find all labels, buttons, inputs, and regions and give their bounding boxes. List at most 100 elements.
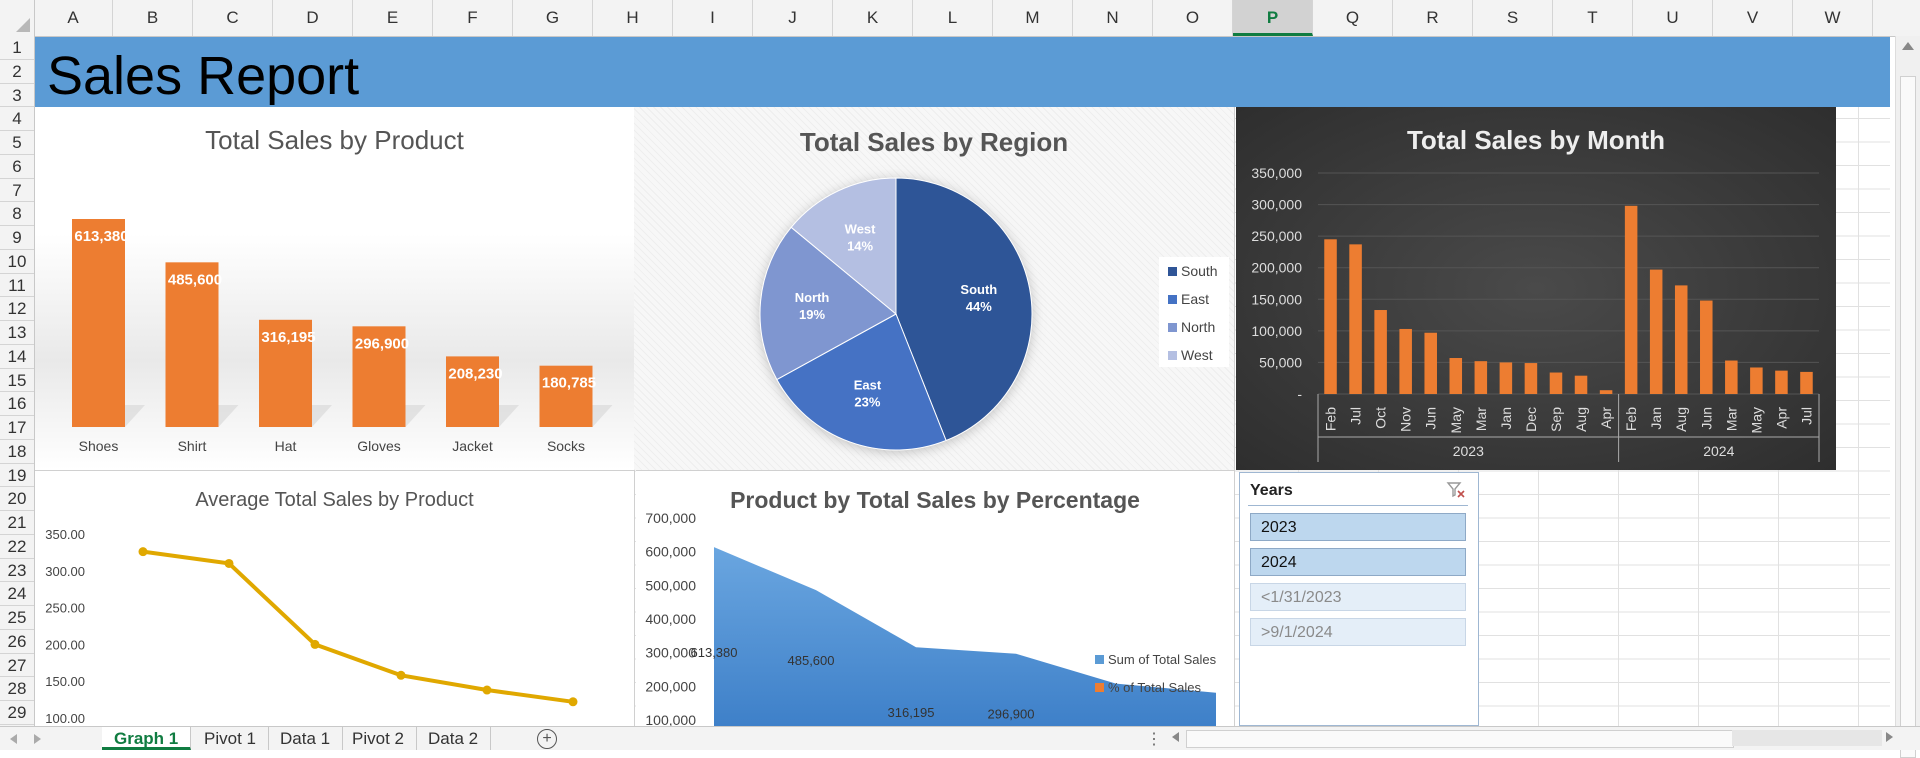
row-header-19[interactable]: 19 bbox=[0, 464, 34, 488]
column-header-U[interactable]: U bbox=[1633, 0, 1713, 36]
bar-2023-oct[interactable] bbox=[1374, 310, 1387, 394]
bar-shoes[interactable] bbox=[72, 219, 125, 427]
sales-area[interactable] bbox=[714, 547, 1216, 727]
row-header-29[interactable]: 29 bbox=[0, 701, 34, 725]
slicer-item-after-2024[interactable]: >9/1/2024 bbox=[1250, 618, 1466, 646]
column-header-E[interactable]: E bbox=[353, 0, 433, 36]
vertical-scrollbar[interactable] bbox=[1895, 36, 1920, 758]
row-header-7[interactable]: 7 bbox=[0, 179, 34, 203]
line-point[interactable] bbox=[138, 547, 148, 557]
scrollbar-thumb[interactable] bbox=[1900, 76, 1916, 758]
column-header-P[interactable]: P bbox=[1233, 0, 1313, 36]
row-header-20[interactable]: 20 bbox=[0, 487, 34, 511]
sheet-tab-pivot-1[interactable]: Pivot 1 bbox=[192, 727, 269, 750]
row-header-6[interactable]: 6 bbox=[0, 155, 34, 179]
triangle-right-icon[interactable] bbox=[34, 734, 41, 744]
scroll-up-icon[interactable] bbox=[1902, 42, 1914, 50]
row-header-25[interactable]: 25 bbox=[0, 606, 34, 630]
column-header-K[interactable]: K bbox=[833, 0, 913, 36]
column-header-Q[interactable]: Q bbox=[1313, 0, 1393, 36]
years-slicer[interactable]: Years 2023 2024 <1/31/2023 >9/1/2024 bbox=[1239, 472, 1479, 726]
bar-2023-aug[interactable] bbox=[1574, 375, 1588, 394]
bar-2023-jun[interactable] bbox=[1424, 332, 1437, 394]
bar-2023-apr[interactable] bbox=[1599, 390, 1613, 394]
bar-2024-may[interactable] bbox=[1750, 367, 1763, 394]
row-header-16[interactable]: 16 bbox=[0, 392, 34, 416]
bar-2024-jun[interactable] bbox=[1700, 300, 1713, 394]
plus-circle-icon[interactable]: + bbox=[537, 729, 557, 749]
line-point[interactable] bbox=[396, 670, 406, 680]
bar-2024-mar[interactable] bbox=[1725, 360, 1738, 394]
row-header-8[interactable]: 8 bbox=[0, 202, 34, 226]
hscroll-left-icon[interactable] bbox=[1172, 732, 1179, 742]
row-header-12[interactable]: 12 bbox=[0, 297, 34, 321]
column-header-J[interactable]: J bbox=[753, 0, 833, 36]
column-header-T[interactable]: T bbox=[1553, 0, 1633, 36]
bar-2023-jul[interactable] bbox=[1349, 244, 1362, 394]
column-header-O[interactable]: O bbox=[1153, 0, 1233, 36]
bar-2024-feb[interactable] bbox=[1624, 205, 1638, 394]
horizontal-scrollbar-track[interactable] bbox=[1732, 730, 1882, 746]
line-point[interactable] bbox=[224, 558, 234, 568]
row-header-21[interactable]: 21 bbox=[0, 511, 34, 535]
bar-2023-sep[interactable] bbox=[1549, 372, 1563, 394]
row-header-18[interactable]: 18 bbox=[0, 440, 34, 464]
row-header-2[interactable]: 2 bbox=[0, 60, 34, 84]
bar-2024-jan[interactable] bbox=[1649, 269, 1663, 394]
bar-2023-jan[interactable] bbox=[1499, 362, 1513, 394]
column-header-F[interactable]: F bbox=[433, 0, 513, 36]
triangle-left-icon[interactable] bbox=[10, 734, 17, 744]
column-header-I[interactable]: I bbox=[673, 0, 753, 36]
chart-sales-by-region[interactable]: Total Sales by Region South 44% East 23% Nor… bbox=[634, 107, 1235, 470]
slicer-item-2023[interactable]: 2023 bbox=[1250, 513, 1466, 541]
row-header-10[interactable]: 10 bbox=[0, 250, 34, 274]
sheet-tab-graph-1[interactable]: Graph 1 bbox=[102, 727, 192, 750]
chart-sales-by-product[interactable]: Total Sales by Product 613,380 Shoes 485,6… bbox=[35, 107, 635, 470]
bar-2024-aug[interactable] bbox=[1674, 285, 1688, 394]
column-header-N[interactable]: N bbox=[1073, 0, 1153, 36]
row-header-11[interactable]: 11 bbox=[0, 274, 34, 298]
column-header-S[interactable]: S bbox=[1473, 0, 1553, 36]
bar-2023-mar[interactable] bbox=[1474, 361, 1488, 394]
select-all-corner[interactable] bbox=[0, 0, 35, 36]
row-header-5[interactable]: 5 bbox=[0, 131, 34, 155]
row-header-4[interactable]: 4 bbox=[0, 107, 34, 131]
sheet-tab-data-2[interactable]: Data 2 bbox=[416, 727, 492, 750]
row-header-24[interactable]: 24 bbox=[0, 582, 34, 606]
bar-2023-dec[interactable] bbox=[1524, 363, 1538, 394]
hscroll-right-icon[interactable] bbox=[1886, 732, 1893, 742]
row-header-17[interactable]: 17 bbox=[0, 416, 34, 440]
clear-filter-icon[interactable] bbox=[1446, 481, 1466, 499]
bar-2024-jul[interactable] bbox=[1800, 371, 1813, 394]
row-header-14[interactable]: 14 bbox=[0, 345, 34, 369]
column-header-D[interactable]: D bbox=[273, 0, 353, 36]
column-header-V[interactable]: V bbox=[1713, 0, 1793, 36]
vertical-dots-icon[interactable]: ⋮ bbox=[1146, 729, 1162, 749]
row-header-22[interactable]: 22 bbox=[0, 535, 34, 559]
row-header-15[interactable]: 15 bbox=[0, 369, 34, 393]
row-header-23[interactable]: 23 bbox=[0, 559, 34, 583]
row-header-1[interactable]: 1 bbox=[0, 36, 34, 60]
chart-sales-by-month[interactable]: Total Sales by Month 350,000 300,000 250,0… bbox=[1236, 107, 1836, 470]
row-header-9[interactable]: 9 bbox=[0, 226, 34, 250]
column-header-H[interactable]: H bbox=[593, 0, 673, 36]
horizontal-scrollbar-thumb[interactable] bbox=[1186, 730, 1734, 748]
column-header-G[interactable]: G bbox=[513, 0, 593, 36]
line-point[interactable] bbox=[568, 697, 578, 707]
column-header-M[interactable]: M bbox=[993, 0, 1073, 36]
row-header-28[interactable]: 28 bbox=[0, 677, 34, 701]
row-header-13[interactable]: 13 bbox=[0, 321, 34, 345]
slicer-item-2024[interactable]: 2024 bbox=[1250, 548, 1466, 576]
column-header-C[interactable]: C bbox=[193, 0, 273, 36]
row-header-3[interactable]: 3 bbox=[0, 84, 34, 108]
sheet-tab-pivot-2[interactable]: Pivot 2 bbox=[340, 727, 417, 750]
chart-average-sales[interactable]: Average Total Sales by Product 350.00 300… bbox=[35, 470, 635, 727]
column-header-R[interactable]: R bbox=[1393, 0, 1473, 36]
column-header-W[interactable]: W bbox=[1793, 0, 1873, 36]
column-header-B[interactable]: B bbox=[113, 0, 193, 36]
row-header-27[interactable]: 27 bbox=[0, 654, 34, 678]
bar-2023-may[interactable] bbox=[1449, 358, 1463, 394]
column-header-L[interactable]: L bbox=[913, 0, 993, 36]
line-point[interactable] bbox=[310, 639, 320, 649]
row-header-26[interactable]: 26 bbox=[0, 630, 34, 654]
